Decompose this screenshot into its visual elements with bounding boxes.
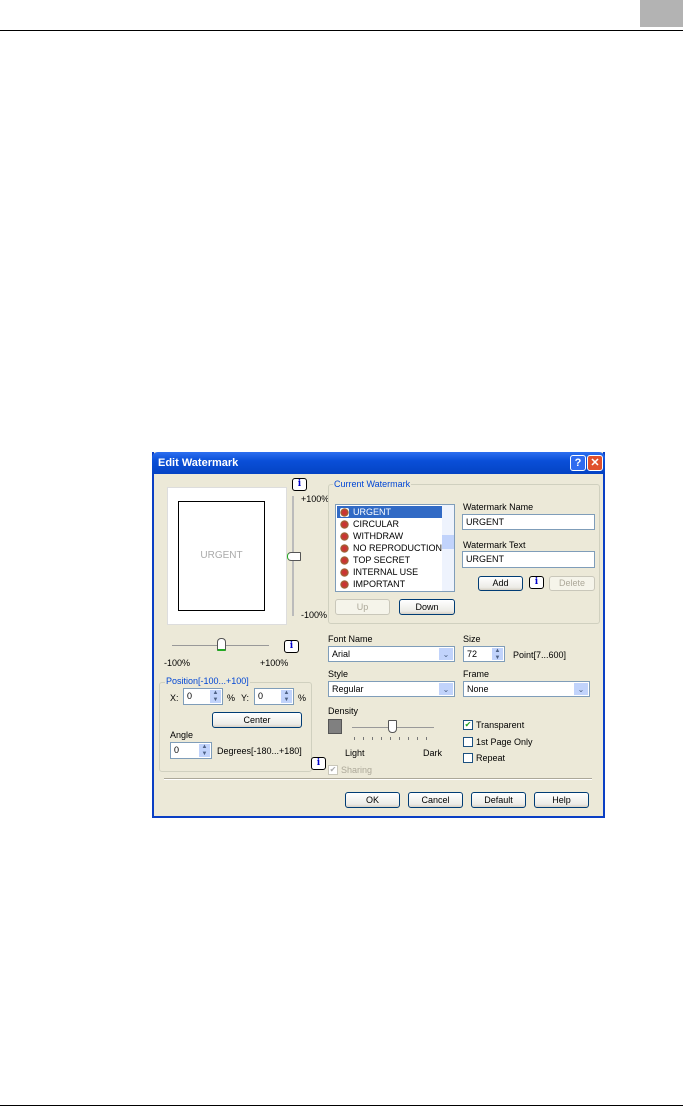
sharing-checkbox[interactable]: ✔: [328, 765, 338, 775]
dialog-title-bar: Edit Watermark: [152, 452, 605, 474]
watermark-name-input[interactable]: URGENT: [462, 514, 595, 530]
transparent-checkbox[interactable]: ✔: [463, 720, 473, 730]
frame-label: Frame: [463, 669, 490, 679]
up-button[interactable]: Up: [335, 599, 390, 615]
angle-input[interactable]: 0 ▲ ▼: [170, 742, 212, 759]
x-percent: %: [227, 693, 236, 703]
list-item[interactable]: TOP SECRET: [337, 554, 444, 566]
watermark-icon: [340, 508, 349, 517]
angle-label: Angle: [170, 730, 194, 740]
help-title-button[interactable]: ?: [570, 455, 586, 471]
delete-button[interactable]: Delete: [549, 576, 595, 591]
y-input[interactable]: 0 ▲ ▼: [254, 688, 294, 705]
cancel-button[interactable]: Cancel: [408, 792, 463, 808]
angle-range-label: Degrees[-180...+180]: [217, 746, 302, 756]
y-percent: %: [298, 693, 307, 703]
watermark-icon: [340, 520, 349, 529]
density-ticks: [354, 737, 432, 740]
current-watermark-label: Current Watermark: [333, 479, 412, 489]
density-slider-thumb[interactable]: [388, 720, 397, 733]
info-icon[interactable]: i: [311, 757, 326, 770]
preview-page: URGENT: [178, 501, 265, 611]
list-item[interactable]: INTERNAL USE: [337, 566, 444, 578]
size-range-label: Point[7...600]: [513, 650, 567, 660]
list-item[interactable]: WITHDRAW: [337, 530, 444, 542]
first-page-only-label: 1st Page Only: [476, 737, 533, 747]
font-name-select[interactable]: Arial ⌄: [328, 646, 455, 662]
help-button[interactable]: Help: [534, 792, 589, 808]
close-button[interactable]: ✕: [587, 455, 603, 471]
dialog-title: Edit Watermark: [158, 457, 239, 469]
font-name-label: Font Name: [328, 634, 373, 644]
repeat-checkbox[interactable]: [463, 753, 473, 763]
watermark-preview: URGENT: [167, 487, 287, 625]
position-group-label: Position[-100...+100]: [165, 676, 250, 686]
scrollbar-thumb[interactable]: [442, 535, 454, 549]
x-label: X:: [170, 693, 179, 703]
v-bottom-label: -100%: [301, 610, 328, 620]
y-label: Y:: [241, 693, 250, 703]
info-icon[interactable]: i: [284, 640, 299, 653]
watermark-icon: [340, 532, 349, 541]
sharing-label: Sharing: [341, 765, 373, 775]
list-item[interactable]: URGENT: [337, 506, 444, 518]
edit-watermark-dialog: Edit Watermark ? ✕ URGENT i +100% -100% …: [152, 452, 605, 818]
style-label: Style: [328, 669, 349, 679]
density-swatch: [328, 719, 342, 734]
add-button[interactable]: Add: [478, 576, 523, 591]
header-rule: [0, 30, 683, 31]
center-button[interactable]: Center: [212, 712, 302, 728]
watermark-icon: [340, 580, 349, 589]
info-icon[interactable]: i: [292, 478, 307, 491]
h-left-label: -100%: [164, 658, 191, 668]
list-item[interactable]: NO REPRODUCTION: [337, 542, 444, 554]
size-label: Size: [463, 634, 481, 644]
watermark-name-label: Watermark Name: [463, 502, 534, 512]
style-select[interactable]: Regular ⌄: [328, 681, 455, 697]
h-right-label: +100%: [260, 658, 289, 668]
watermark-list[interactable]: URGENT CIRCULAR WITHDRAW NO REPRODUCTION…: [335, 504, 455, 592]
info-icon[interactable]: i: [529, 576, 544, 589]
list-scrollbar[interactable]: [442, 505, 454, 591]
down-button[interactable]: Down: [399, 599, 455, 615]
horizontal-slider-thumb[interactable]: [217, 638, 226, 651]
ok-button[interactable]: OK: [345, 792, 400, 808]
list-item[interactable]: CIRCULAR: [337, 518, 444, 530]
x-input[interactable]: 0 ▲ ▼: [183, 688, 223, 705]
vertical-slider-thumb[interactable]: [287, 552, 301, 561]
watermark-icon: [340, 556, 349, 565]
watermark-text-label: Watermark Text: [463, 540, 526, 550]
first-page-only-checkbox[interactable]: [463, 737, 473, 747]
frame-select[interactable]: None ⌄: [463, 681, 590, 697]
separator: [164, 778, 592, 780]
density-dark-label: Dark: [423, 748, 443, 758]
v-top-label: +100%: [301, 494, 330, 504]
default-button[interactable]: Default: [471, 792, 526, 808]
watermark-icon: [340, 544, 349, 553]
size-input[interactable]: 72 ▲ ▼: [463, 646, 505, 662]
list-item[interactable]: IMPORTANT: [337, 578, 444, 590]
repeat-label: Repeat: [476, 753, 506, 763]
page-tab-marker: [640, 0, 683, 27]
watermark-icon: [340, 568, 349, 577]
watermark-text-input[interactable]: URGENT: [462, 551, 595, 568]
density-light-label: Light: [345, 748, 365, 758]
footer-rule: [0, 1105, 683, 1106]
transparent-label: Transparent: [476, 720, 525, 730]
density-label: Density: [328, 706, 359, 716]
